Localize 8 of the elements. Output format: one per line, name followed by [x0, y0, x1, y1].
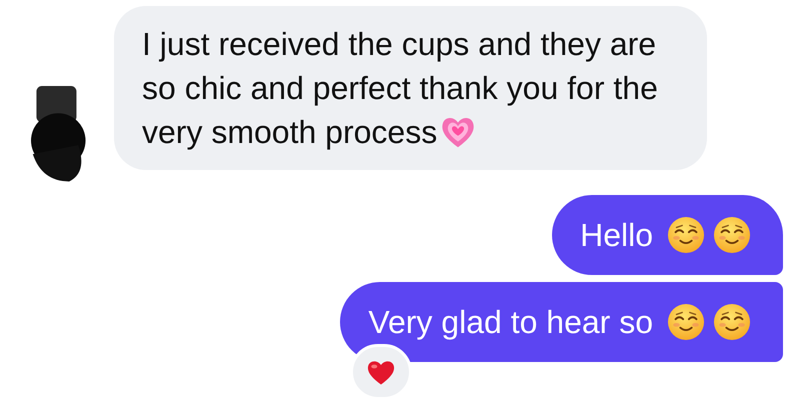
smiling-face-icon: [713, 303, 751, 341]
smiling-face-icon: [713, 216, 751, 254]
message-text: Hello: [580, 216, 653, 255]
message-text: I just received the cups and they are so chic and perfect thank you for the very smooth process: [142, 25, 659, 153]
smiling-face-icon: [667, 303, 705, 341]
smiling-face-icon: [667, 216, 705, 254]
heart-icon: [366, 358, 396, 386]
message-text: Very glad to hear so: [368, 303, 653, 342]
